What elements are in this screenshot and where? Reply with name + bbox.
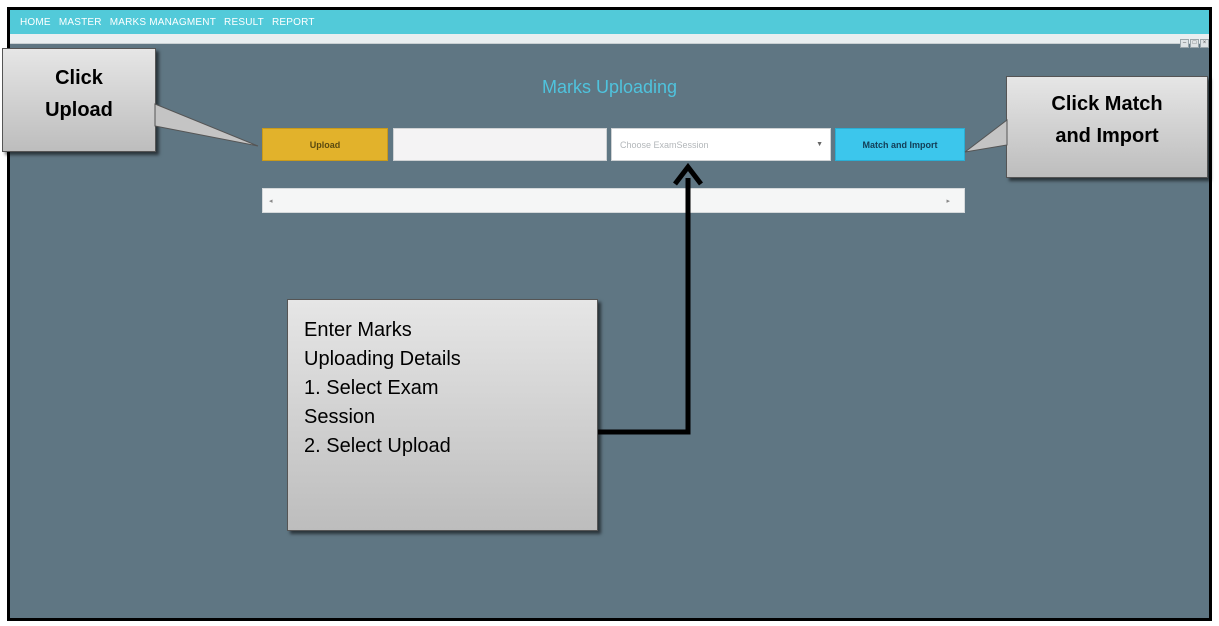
horizontal-scroll-panel[interactable]: ◂ ▸	[262, 188, 965, 213]
menu-marks-management[interactable]: MARKS MANAGMENT	[110, 17, 216, 28]
upload-button[interactable]: Upload	[262, 128, 388, 161]
scroll-left-icon[interactable]: ◂	[269, 197, 273, 205]
callout-enter-details: Enter Marks Uploading Details 1. Select …	[287, 299, 598, 531]
file-path-field[interactable]	[393, 128, 607, 161]
exam-session-select[interactable]: Choose ExamSession ▼	[611, 128, 831, 161]
match-and-import-button[interactable]: Match and Import	[835, 128, 965, 161]
callout-upload-line-1: Click	[55, 67, 103, 89]
callout-details-line-3: 1. Select Exam	[304, 377, 439, 399]
callout-match-line-1: Click Match	[1051, 93, 1163, 115]
restore-icon[interactable]: □	[1190, 39, 1199, 48]
exam-session-placeholder: Choose ExamSession	[620, 139, 709, 150]
menu-result[interactable]: RESULT	[224, 17, 264, 28]
menu-master[interactable]: MASTER	[59, 17, 102, 28]
callout-upload-line-2: Upload	[45, 99, 113, 121]
callout-click-upload: Click Upload	[2, 48, 156, 152]
minimize-icon[interactable]: –	[1180, 39, 1189, 48]
menu-report[interactable]: REPORT	[272, 17, 315, 28]
callout-details-line-2: Uploading Details	[304, 348, 461, 370]
close-icon[interactable]: ×	[1200, 39, 1209, 48]
callout-details-line-4: Session	[304, 406, 376, 428]
callout-match-line-2: and Import	[1055, 125, 1159, 147]
scroll-right-icon[interactable]: ▸	[946, 197, 950, 205]
callout-details-line-5: 2. Select Upload	[304, 435, 451, 457]
window-controls: – □ ×	[1179, 34, 1209, 52]
callout-click-match: Click Match and Import	[1006, 76, 1208, 178]
window-strip	[10, 34, 1209, 44]
callout-details-line-1: Enter Marks	[304, 319, 412, 341]
chevron-down-icon[interactable]: ▼	[816, 141, 823, 148]
top-menu-bar: HOME MASTER MARKS MANAGMENT RESULT REPOR…	[10, 10, 1209, 34]
menu-home[interactable]: HOME	[20, 17, 51, 28]
